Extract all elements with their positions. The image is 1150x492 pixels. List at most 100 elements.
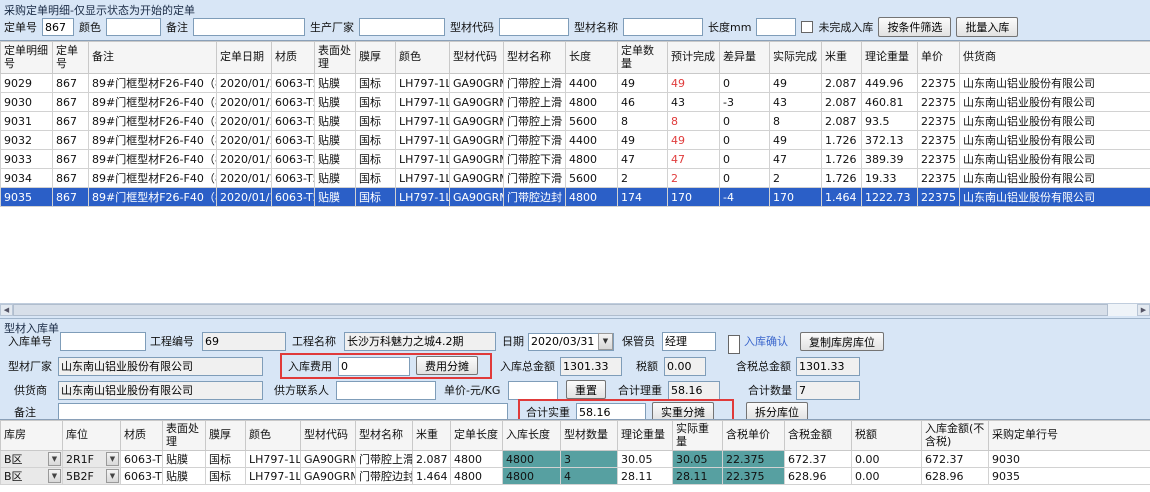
cell: LH797-1LL0 xyxy=(396,112,450,131)
inbound-confirm-label: 入库确认 xyxy=(744,332,788,351)
cell: 2.087 xyxy=(822,93,862,112)
inbound-no-input[interactable] xyxy=(60,332,146,351)
cell: 4400 xyxy=(566,131,618,150)
cell: 国标 xyxy=(356,74,396,93)
keeper-input[interactable] xyxy=(662,332,716,351)
inbound-total-amount-label: 入库总金额 xyxy=(500,357,555,376)
profile-factory-input[interactable] xyxy=(58,357,263,376)
dropdown-arrow-icon[interactable]: ▼ xyxy=(106,452,119,466)
total-theory-weight-label: 合计理重 xyxy=(618,381,662,400)
inbound-items-table-area: 库房库位材质表面处理膜厚颜色型材代码型材名称米重定单长度入库长度型材数量理论重量… xyxy=(0,419,1150,492)
remark-filter-input[interactable] xyxy=(193,18,305,36)
project-name-input[interactable] xyxy=(344,332,496,351)
cell: 22.375 xyxy=(723,451,785,468)
cell: 22375 xyxy=(918,74,960,93)
total-theory-weight-input[interactable] xyxy=(668,381,720,400)
cell: GA90GRM04 xyxy=(450,150,504,169)
table-row[interactable]: 902986789#门框型材F26-F40（866+867）2020/01/13… xyxy=(1,74,1150,93)
cell: 867 xyxy=(53,150,89,169)
cell: 9033 xyxy=(1,150,53,169)
total-with-tax-input[interactable] xyxy=(796,357,860,376)
table-row[interactable]: 903586789#门框型材F26-F40（866+867）2020/01/13… xyxy=(1,188,1150,207)
table-row[interactable]: 903486789#门框型材F26-F40（866+867）2020/01/13… xyxy=(1,169,1150,188)
dropdown-arrow-icon[interactable]: ▼ xyxy=(48,452,61,466)
keeper-label: 保管员 xyxy=(622,332,655,351)
column-header: 实际重量 xyxy=(673,421,723,451)
order-no-filter-input[interactable] xyxy=(42,18,74,36)
cell: 2 xyxy=(770,169,822,188)
cell: LH797-1LL0 xyxy=(396,150,450,169)
cell: 8 xyxy=(668,112,720,131)
filter-by-condition-button[interactable]: 按条件筛选 xyxy=(878,17,951,37)
scroll-left-icon[interactable]: ◀ xyxy=(0,304,13,316)
cell: 43 xyxy=(770,93,822,112)
cell: 9035 xyxy=(1,188,53,207)
total-qty-input[interactable] xyxy=(796,381,860,400)
cell: 门带腔下滑 xyxy=(504,169,566,188)
profile-factory-label: 型材厂家 xyxy=(8,357,52,376)
cell: 22.375 xyxy=(723,468,785,485)
tax-input[interactable] xyxy=(664,357,706,376)
supplier-contact-input[interactable] xyxy=(336,381,436,400)
project-no-input[interactable] xyxy=(202,332,286,351)
table-row[interactable]: 903386789#门框型材F26-F40（866+867）2020/01/13… xyxy=(1,150,1150,169)
scrollbar-thumb[interactable] xyxy=(13,304,1108,316)
tax-label: 税额 xyxy=(636,357,658,376)
cell: 89#门框型材F26-F40（866+867） xyxy=(89,112,217,131)
table-row[interactable]: 903186789#门框型材F26-F40（866+867）2020/01/13… xyxy=(1,112,1150,131)
column-header: 型材代码 xyxy=(301,421,356,451)
column-header: 型材名称 xyxy=(504,42,566,74)
length-filter-input[interactable] xyxy=(756,18,796,36)
fee-allocate-button[interactable]: 费用分摊 xyxy=(416,356,478,375)
table-row[interactable]: 903286789#门框型材F26-F40（866+867）2020/01/13… xyxy=(1,131,1150,150)
inbound-total-amount-input[interactable] xyxy=(560,357,622,376)
column-header: 单价 xyxy=(918,42,960,74)
column-header: 差异量 xyxy=(720,42,770,74)
cell: 170 xyxy=(668,188,720,207)
table-row[interactable]: B区▼5B2F▼6063-T5贴膜国标LH797-1LL0GA90GRM05门带… xyxy=(1,468,1150,485)
dropdown-arrow-icon[interactable]: ▼ xyxy=(48,469,61,483)
cell: 5600 xyxy=(566,169,618,188)
copy-warehouse-location-button[interactable]: 复制库房库位 xyxy=(800,332,884,351)
cell: 47 xyxy=(618,150,668,169)
cell: 2020/01/13 xyxy=(217,169,272,188)
cell: 22375 xyxy=(918,112,960,131)
column-header: 库位 xyxy=(63,421,121,451)
unfinished-checkbox[interactable] xyxy=(801,21,813,33)
cell: 贴膜 xyxy=(315,112,356,131)
cell: 2R1F▼ xyxy=(63,451,121,468)
unit-price-input[interactable] xyxy=(508,381,558,400)
cell: 170 xyxy=(770,188,822,207)
cell: 22375 xyxy=(918,93,960,112)
batch-inbound-button[interactable]: 批量入库 xyxy=(956,17,1018,37)
manufacturer-filter-input[interactable] xyxy=(359,18,445,36)
column-header: 表面处理 xyxy=(315,42,356,74)
cell: LH797-1LL0 xyxy=(396,169,450,188)
reset-button[interactable]: 重置 xyxy=(566,380,606,399)
cell: B区▼ xyxy=(1,468,63,485)
cell: 2020/01/13 xyxy=(217,131,272,150)
cell: 6063-T5 xyxy=(272,93,315,112)
cell: 6063-T5 xyxy=(121,468,163,485)
color-filter-input[interactable] xyxy=(106,18,161,36)
inbound-fee-input[interactable] xyxy=(338,357,410,376)
table-row[interactable]: 903086789#门框型材F26-F40（866+867）2020/01/13… xyxy=(1,93,1150,112)
profile-code-filter-input[interactable] xyxy=(499,18,569,36)
table-row[interactable]: B区▼2R1F▼6063-T5贴膜国标LH797-1LL0GA90GRM03门带… xyxy=(1,451,1150,468)
profile-name-filter-input[interactable] xyxy=(623,18,703,36)
horizontal-scrollbar[interactable]: ◀ ▶ xyxy=(0,303,1150,316)
column-header: 材质 xyxy=(121,421,163,451)
cell: 1.464 xyxy=(822,188,862,207)
inbound-confirm-checkbox[interactable] xyxy=(728,335,740,354)
dropdown-arrow-icon[interactable]: ▼ xyxy=(106,469,119,483)
cell: 19.33 xyxy=(862,169,918,188)
cell: LH797-1LL0 xyxy=(246,451,301,468)
cell: 9035 xyxy=(989,468,1150,485)
filter-bar: 定单号 颜色 备注 生产厂家 型材代码 型材名称 长度mm 未完成入库 按条件筛… xyxy=(4,16,1018,38)
scroll-right-icon[interactable]: ▶ xyxy=(1137,304,1150,316)
column-header: 材质 xyxy=(272,42,315,74)
date-picker-dropdown-icon[interactable]: ▼ xyxy=(598,333,613,350)
column-header: 定单日期 xyxy=(217,42,272,74)
cell: LH797-1LL0 xyxy=(396,131,450,150)
supplier-input[interactable] xyxy=(58,381,263,400)
